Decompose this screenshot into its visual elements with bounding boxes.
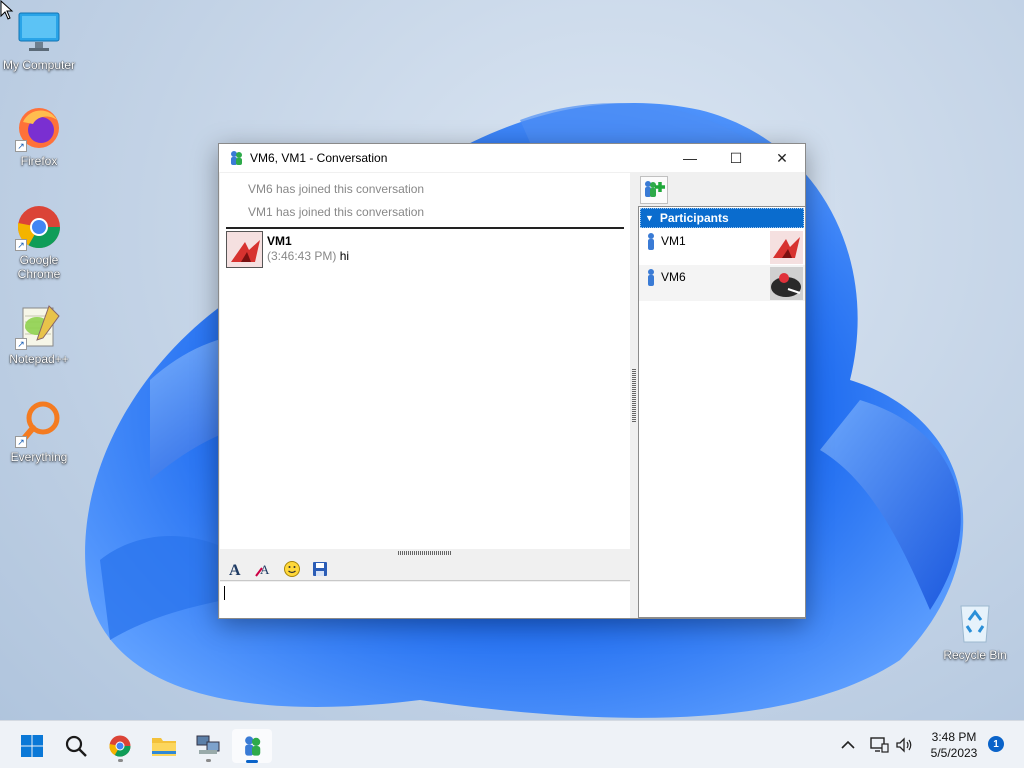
participant-name: VM6 [661, 270, 686, 284]
participant-name: VM1 [661, 234, 686, 248]
participant-item[interactable]: VM6 [639, 265, 805, 301]
desktop-icon-notepad-plus-plus[interactable]: ↗ Notepad++ [1, 302, 77, 366]
chat-message: VM1 (3:46:43 PM) hi [226, 231, 349, 268]
system-message: VM1 has joined this conversation [248, 205, 425, 219]
network-status[interactable] [868, 721, 890, 768]
add-user-icon [645, 181, 665, 197]
folder-icon [152, 738, 176, 756]
desktop-icon-label: Recycle Bin [943, 648, 1007, 662]
running-indicator [118, 759, 123, 762]
system-message: VM6 has joined this conversation [248, 182, 425, 196]
desktop-icon-recycle-bin[interactable]: Recycle Bin [937, 598, 1013, 662]
desktop-icon-label: Google Chrome [17, 253, 61, 281]
taskbar-clock[interactable]: 3:48 PM 5/5/2023 [922, 729, 986, 761]
smiley-icon [284, 560, 300, 577]
taskbar-file-explorer[interactable] [144, 729, 184, 763]
font-color-icon: A [255, 562, 270, 577]
desktop-icon-firefox[interactable]: ↗ Firefox [1, 104, 77, 168]
participant-item[interactable]: VM1 [639, 229, 805, 265]
message-input[interactable] [220, 582, 630, 618]
minimize-button[interactable]: — [667, 144, 713, 172]
message-divider [226, 227, 624, 229]
shortcut-arrow-icon: ↗ [15, 140, 27, 152]
shortcut-arrow-icon: ↗ [15, 338, 27, 350]
taskbar-search-button[interactable] [56, 729, 96, 763]
font-color-button[interactable]: A [252, 558, 276, 580]
font-button[interactable]: A [224, 558, 248, 580]
message-text: hi [339, 249, 350, 263]
taskbar-messenger[interactable] [232, 729, 272, 763]
shortcut-arrow-icon: ↗ [15, 239, 27, 251]
avatar [770, 231, 803, 264]
running-indicator [206, 759, 211, 762]
taskbar-chrome[interactable] [100, 729, 140, 763]
taskbar: 3:48 PM 5/5/2023 [0, 720, 1024, 768]
windows-logo-icon [21, 735, 43, 757]
svg-text:A: A [229, 562, 241, 578]
collapse-triangle-icon: ▼ [645, 213, 654, 223]
desktop-icon-everything[interactable]: ↗ Everything [1, 400, 77, 464]
messenger-app-icon [231, 151, 242, 165]
emoticon-button[interactable] [280, 558, 304, 580]
monitor-icon [15, 8, 63, 56]
firefox-icon: ↗ [15, 104, 63, 152]
add-participant-button[interactable] [640, 176, 668, 204]
taskbar-network-app[interactable] [188, 729, 228, 763]
close-button[interactable]: ✕ [759, 144, 805, 172]
participants-panel: ▼ Participants VM1 VM6 [638, 206, 806, 618]
font-icon: A [229, 562, 241, 578]
participants-header-label: Participants [659, 211, 729, 225]
user-status-icon [648, 233, 654, 250]
desktop-icon-label: Everything [10, 450, 68, 464]
magnifier-search-icon: ↗ [15, 400, 63, 448]
desktop-icon-google-chrome[interactable]: ↗ Google Chrome [1, 203, 77, 281]
search-icon [65, 735, 87, 757]
splitter-grip-icon [398, 551, 452, 555]
recycle-bin-icon [951, 598, 999, 646]
volume-control[interactable] [894, 721, 914, 768]
desktop-icon-label: My Computer [2, 58, 76, 72]
notepad-plus-plus-icon: ↗ [15, 302, 63, 350]
active-indicator [246, 760, 258, 763]
avatar [770, 267, 803, 300]
window-title: VM6, VM1 - Conversation [250, 151, 388, 165]
vertical-splitter[interactable] [630, 173, 638, 618]
network-icon [870, 737, 889, 753]
chrome-icon: ↗ [15, 203, 63, 251]
speaker-icon [896, 737, 912, 753]
chat-history-pane[interactable]: VM6 has joined this conversation VM1 has… [220, 173, 630, 549]
save-button[interactable] [308, 558, 332, 580]
window-titlebar[interactable]: VM6, VM1 - Conversation — ☐ ✕ [219, 144, 805, 172]
show-hidden-icons-button[interactable] [838, 721, 858, 768]
start-button[interactable] [12, 729, 52, 763]
chrome-icon [109, 735, 131, 757]
splitter-grip-icon [632, 368, 636, 423]
clock-time: 3:48 PM [931, 730, 977, 744]
desktop-icon-label: Notepad++ [9, 352, 69, 366]
network-computers-icon [196, 735, 220, 754]
message-timestamp: (3:46:43 PM) [267, 249, 337, 263]
maximize-button[interactable]: ☐ [713, 144, 759, 172]
participants-header[interactable]: ▼ Participants [640, 208, 804, 228]
formatting-toolbar: A A [220, 557, 630, 581]
chevron-up-icon [841, 740, 855, 749]
clock-date: 5/5/2023 [930, 746, 978, 760]
messenger-app-icon [245, 736, 261, 756]
mouse-cursor-icon [0, 0, 14, 20]
text-caret [224, 586, 225, 600]
floppy-save-icon [313, 561, 327, 576]
user-status-icon [648, 269, 654, 286]
notification-badge[interactable]: 1 [988, 736, 1004, 752]
conversation-window[interactable]: VM6, VM1 - Conversation — ☐ ✕ VM6 has jo… [218, 143, 806, 619]
avatar [226, 231, 263, 268]
message-sender: VM1 [267, 234, 292, 248]
shortcut-arrow-icon: ↗ [15, 436, 27, 448]
horizontal-splitter[interactable] [220, 549, 630, 557]
desktop-icon-label: Firefox [20, 154, 58, 168]
